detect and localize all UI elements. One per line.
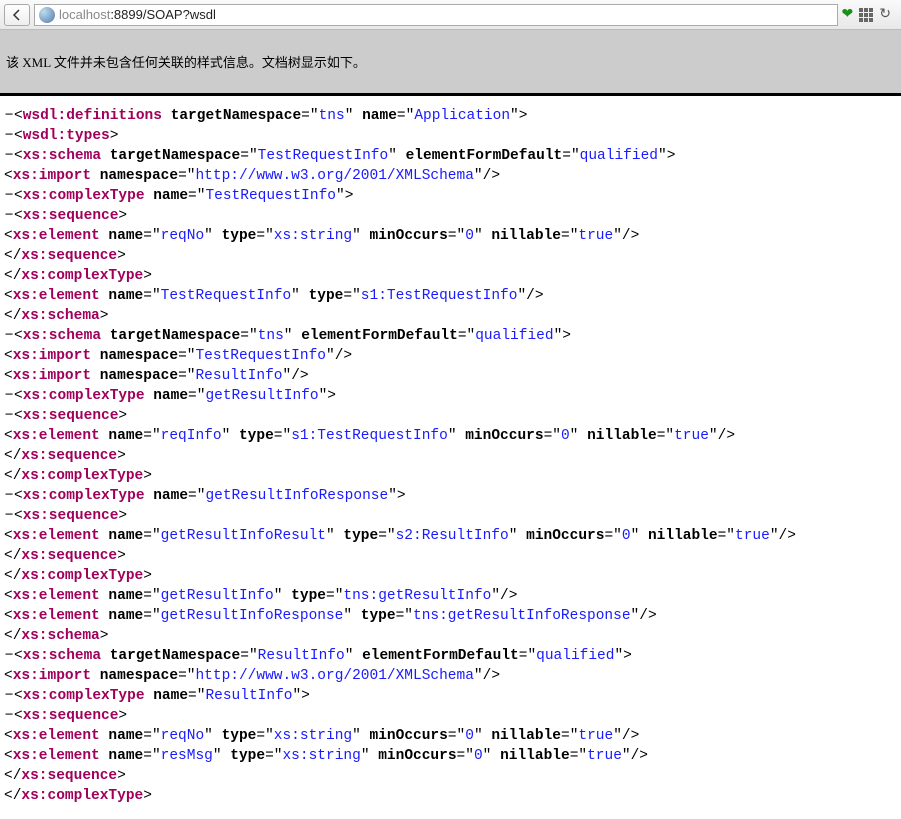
collapse-toggle[interactable]: − — [4, 206, 14, 226]
xml-line: −<xs:complexType name="ResultInfo"> — [4, 686, 897, 706]
xml-line: −<xs:sequence> — [4, 206, 897, 226]
collapse-toggle[interactable]: − — [4, 386, 14, 406]
xml-tree: −<wsdl:definitions targetNamespace="tns"… — [0, 96, 901, 816]
xml-line: <xs:element name="reqInfo" type="s1:Test… — [4, 426, 897, 446]
collapse-toggle[interactable]: − — [4, 486, 14, 506]
toolbar-right-icons: ❤ ↻ — [842, 6, 897, 23]
xml-line: </xs:sequence> — [4, 546, 897, 566]
xml-line: </xs:complexType> — [4, 266, 897, 286]
xml-line: <xs:element name="getResultInfo" type="t… — [4, 586, 897, 606]
url-bar[interactable]: localhost:8899/SOAP?wsdl — [34, 4, 838, 26]
xml-line: −<xs:complexType name="getResultInfo"> — [4, 386, 897, 406]
xml-no-style-banner: 该 XML 文件并未包含任何关联的样式信息。文档树显示如下。 — [0, 30, 901, 93]
xml-line: −<xs:schema targetNamespace="ResultInfo"… — [4, 646, 897, 666]
qr-icon[interactable] — [859, 8, 873, 22]
xml-line: <xs:import namespace="http://www.w3.org/… — [4, 166, 897, 186]
xml-line: <xs:element name="resMsg" type="xs:strin… — [4, 746, 897, 766]
url-text: localhost:8899/SOAP?wsdl — [59, 7, 216, 22]
back-button[interactable] — [4, 4, 30, 26]
xml-line: </xs:complexType> — [4, 466, 897, 486]
xml-line: <xs:import namespace="TestRequestInfo"/> — [4, 346, 897, 366]
shield-icon[interactable]: ❤ — [842, 6, 854, 23]
xml-line: </xs:complexType> — [4, 786, 897, 806]
collapse-toggle[interactable]: − — [4, 506, 14, 526]
xml-line: −<xs:complexType name="getResultInfoResp… — [4, 486, 897, 506]
xml-line: <xs:element name="getResultInfoResponse"… — [4, 606, 897, 626]
collapse-toggle[interactable]: − — [4, 406, 14, 426]
collapse-toggle[interactable]: − — [4, 646, 14, 666]
xml-line: <xs:element name="getResultInfoResult" t… — [4, 526, 897, 546]
xml-line: <xs:element name="reqNo" type="xs:string… — [4, 726, 897, 746]
xml-line: <xs:import namespace="http://www.w3.org/… — [4, 666, 897, 686]
xml-line: </xs:complexType> — [4, 566, 897, 586]
xml-line: <xs:element name="reqNo" type="xs:string… — [4, 226, 897, 246]
xml-line: </xs:sequence> — [4, 766, 897, 786]
xml-line: −<xs:sequence> — [4, 406, 897, 426]
xml-line: </xs:sequence> — [4, 246, 897, 266]
xml-line: </xs:sequence> — [4, 446, 897, 466]
xml-line: −<wsdl:types> — [4, 126, 897, 146]
collapse-toggle[interactable]: − — [4, 686, 14, 706]
collapse-toggle[interactable]: − — [4, 146, 14, 166]
xml-line: −<xs:sequence> — [4, 706, 897, 726]
collapse-toggle[interactable]: − — [4, 106, 14, 126]
xml-line: −<xs:complexType name="TestRequestInfo"> — [4, 186, 897, 206]
collapse-toggle[interactable]: − — [4, 126, 14, 146]
xml-line: −<xs:schema targetNamespace="tns" elemen… — [4, 326, 897, 346]
refresh-icon[interactable]: ↻ — [879, 6, 891, 23]
xml-line: −<xs:schema targetNamespace="TestRequest… — [4, 146, 897, 166]
globe-icon — [39, 7, 55, 23]
xml-line: −<wsdl:definitions targetNamespace="tns"… — [4, 106, 897, 126]
browser-toolbar: localhost:8899/SOAP?wsdl ❤ ↻ — [0, 0, 901, 30]
collapse-toggle[interactable]: − — [4, 706, 14, 726]
xml-line: −<xs:sequence> — [4, 506, 897, 526]
xml-line: <xs:import namespace="ResultInfo"/> — [4, 366, 897, 386]
back-arrow-icon — [11, 9, 23, 21]
xml-line: </xs:schema> — [4, 306, 897, 326]
collapse-toggle[interactable]: − — [4, 186, 14, 206]
xml-line: </xs:schema> — [4, 626, 897, 646]
xml-line: <xs:element name="TestRequestInfo" type=… — [4, 286, 897, 306]
collapse-toggle[interactable]: − — [4, 326, 14, 346]
